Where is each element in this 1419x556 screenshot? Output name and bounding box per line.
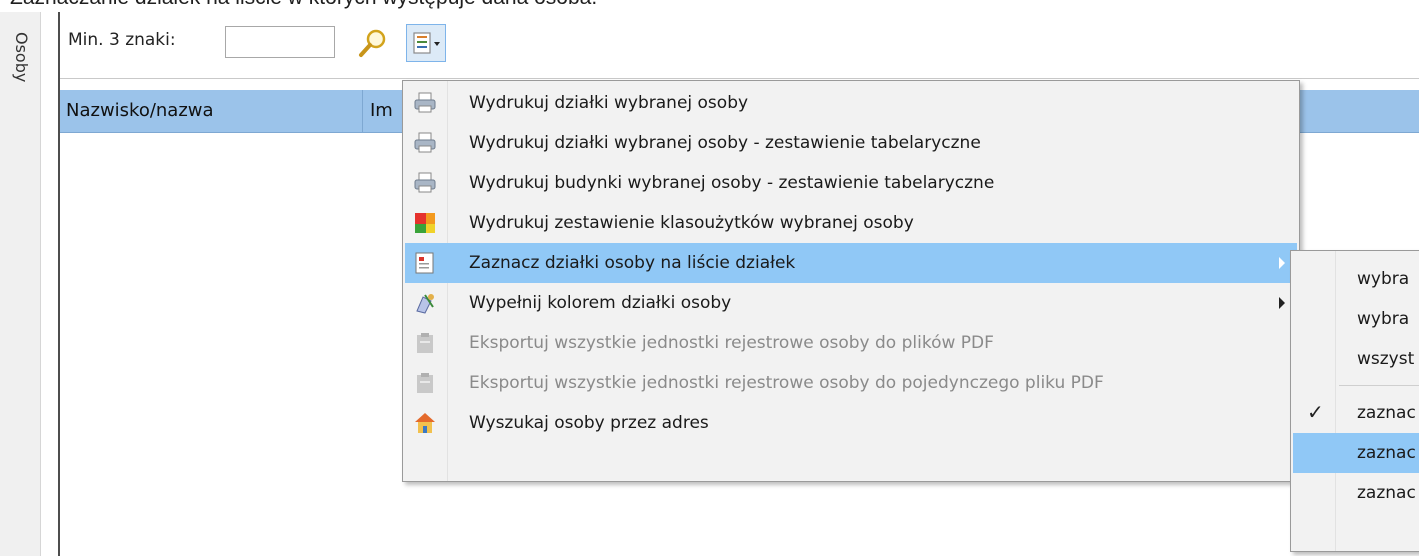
submenu-arrow-icon [1279, 297, 1285, 309]
submenu-item[interactable]: wybra [1293, 299, 1419, 339]
options-menu-button[interactable] [406, 24, 446, 62]
submenu-item-highlighted[interactable]: zaznac [1293, 433, 1419, 473]
column-separator[interactable] [362, 90, 363, 132]
submenu-separator [1339, 385, 1419, 386]
menu-item-label: Eksportuj wszystkie jednostki rejestrowe… [469, 333, 994, 353]
export-icon [417, 333, 433, 353]
submenu-mark-parcels: wybra wybra wszyst ✓ zaznac zaznac zazna… [1290, 250, 1419, 552]
house-icon [415, 413, 435, 433]
submenu-item-label: wybra [1357, 309, 1410, 329]
menu-item-fill-color[interactable]: Wypełnij kolorem działki osoby [405, 283, 1297, 323]
menu-item-print-buildings-table[interactable]: Wydrukuj budynki wybranej osoby - zestaw… [405, 163, 1297, 203]
printer-icon [414, 92, 436, 113]
menu-item-export-single-pdf[interactable]: Eksportuj wszystkie jednostki rejestrowe… [405, 363, 1297, 403]
context-menu: Wydrukuj działki wybranej osoby Wydrukuj… [402, 80, 1300, 482]
list-dropdown-icon [413, 32, 440, 54]
color-blocks-icon [415, 213, 435, 233]
printer-icon [414, 172, 436, 193]
menu-item-label: Zaznacz działki osoby na liście działek [469, 253, 796, 273]
side-tab-osoby[interactable]: Osoby [0, 12, 41, 556]
submenu-item-label: zaznac [1357, 483, 1416, 503]
submenu-item-label: wszyst [1357, 349, 1415, 369]
column-header-name[interactable]: Im [370, 100, 393, 121]
menu-item-export-pdf-files[interactable]: Eksportuj wszystkie jednostki rejestrowe… [405, 323, 1297, 363]
menu-item-label: Wypełnij kolorem działki osoby [469, 293, 732, 313]
column-header-surname[interactable]: Nazwisko/nazwa [66, 100, 214, 121]
submenu-item-checked[interactable]: ✓ zaznac [1293, 393, 1419, 433]
menu-item-search-by-address[interactable]: Wyszukaj osoby przez adres [405, 403, 1297, 443]
menu-item-print-parcels-table[interactable]: Wydrukuj działki wybranej osoby - zestaw… [405, 123, 1297, 163]
menu-item-label: Wydrukuj działki wybranej osoby [469, 93, 749, 113]
menu-item-print-parcels[interactable]: Wydrukuj działki wybranej osoby [405, 83, 1297, 123]
checkmark-icon: ✓ [1307, 400, 1324, 424]
menu-item-label: Wydrukuj budynki wybranej osoby - zestaw… [469, 173, 995, 193]
magnifier-icon [359, 29, 386, 57]
search-button[interactable] [356, 26, 390, 60]
printer-icon [414, 132, 436, 153]
document-icon [415, 252, 434, 274]
menu-item-label: Wydrukuj zestawienie klasoużytków wybran… [469, 213, 914, 233]
app-window: Zaznaczanie działek na liście w których … [0, 0, 1419, 556]
submenu-item[interactable]: wybra [1293, 259, 1419, 299]
submenu-item-label: wybra [1357, 269, 1410, 289]
submenu-arrow-icon [1279, 257, 1285, 269]
export-icon [417, 373, 433, 393]
side-tab-label: Osoby [12, 32, 31, 83]
menu-item-label: Wyszukaj osoby przez adres [469, 413, 709, 433]
toolbar: Min. 3 znaki: [60, 12, 1419, 79]
caption-text: Zaznaczanie działek na liście w których … [10, 0, 597, 10]
menu-item-label: Wydrukuj działki wybranej osoby - zestaw… [469, 133, 981, 153]
menu-item-print-land-use[interactable]: Wydrukuj zestawienie klasoużytków wybran… [405, 203, 1297, 243]
search-input[interactable] [225, 26, 335, 58]
submenu-item[interactable]: zaznac [1293, 473, 1419, 513]
min-chars-label: Min. 3 znaki: [68, 30, 176, 50]
submenu-item-label: zaznac [1357, 403, 1416, 423]
submenu-item[interactable]: wszyst [1293, 339, 1419, 379]
menu-item-mark-parcels[interactable]: Zaznacz działki osoby na liście działek [405, 243, 1297, 283]
paint-icon [416, 294, 434, 314]
submenu-item-label: zaznac [1357, 443, 1416, 463]
menu-item-label: Eksportuj wszystkie jednostki rejestrowe… [469, 373, 1104, 393]
